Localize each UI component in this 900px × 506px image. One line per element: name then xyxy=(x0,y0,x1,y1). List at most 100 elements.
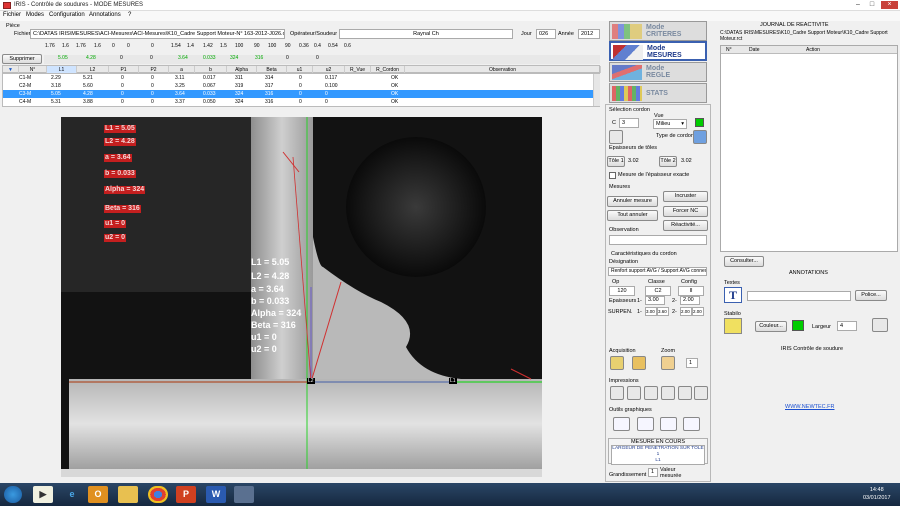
observation-field[interactable] xyxy=(609,235,707,245)
camera-icon[interactable] xyxy=(610,356,624,370)
highlighter-icon[interactable] xyxy=(724,318,742,334)
journal-col-date[interactable]: Date xyxy=(749,47,760,53)
annuler-mesure-button[interactable]: Annuler mesure xyxy=(607,196,658,207)
col-p1[interactable]: P1 xyxy=(109,66,139,73)
sort-arrow-icon[interactable]: ▼ xyxy=(3,66,19,73)
menu-annotations[interactable]: Annotations xyxy=(89,12,121,18)
print-report-icon[interactable] xyxy=(644,386,658,400)
col-r-vue[interactable]: R_Vue xyxy=(345,66,371,73)
col-l1[interactable]: L1 xyxy=(47,66,77,73)
c-field[interactable]: 3 xyxy=(619,118,639,128)
supprimer-button[interactable]: Supprimer xyxy=(2,54,42,64)
tole1-button[interactable]: Tôle 1 xyxy=(607,156,625,167)
clock[interactable]: 14:48 03/01/2017 xyxy=(863,486,891,502)
menu-configuration[interactable]: Configuration xyxy=(49,12,85,18)
open-folder-icon[interactable] xyxy=(632,356,646,370)
marker-l1[interactable]: L1 xyxy=(449,378,457,384)
line-tool-icon[interactable] xyxy=(613,417,630,431)
close-icon[interactable]: × xyxy=(881,1,898,9)
surpen-field[interactable]: 3.00 xyxy=(645,307,657,316)
zoom-field[interactable]: 1 xyxy=(686,358,698,368)
start-button-icon[interactable] xyxy=(4,486,22,503)
print-preview-icon[interactable] xyxy=(627,386,641,400)
eraser-icon[interactable] xyxy=(872,318,888,332)
print-image-icon[interactable] xyxy=(678,386,692,400)
ep2-field[interactable]: 2.00 xyxy=(680,296,700,305)
op-field[interactable]: 120 xyxy=(609,286,635,296)
mode-regle-button[interactable]: Mode REGLE xyxy=(609,62,707,82)
journal-table[interactable]: N° Date Action xyxy=(720,45,898,252)
annee-field[interactable]: 2012 xyxy=(578,29,600,39)
col-u2[interactable]: u2 xyxy=(313,66,345,73)
surpen-field[interactable]: 3.60 xyxy=(657,307,669,316)
marker-l2[interactable]: L2 xyxy=(307,378,315,384)
weld-image[interactable]: L1 = 5.05 L2 = 4.28 a = 3.64 b = 0.033 A… xyxy=(61,117,542,477)
file-explorer-icon[interactable] xyxy=(118,486,138,503)
col-b[interactable]: b xyxy=(195,66,227,73)
fichier-field[interactable]: C:\DATAS IRIS\MESURES\ACI-Mesures\ACI-Me… xyxy=(30,29,285,39)
journal-col-n[interactable]: N° xyxy=(726,47,732,53)
mode-stats-button[interactable]: STATS xyxy=(609,83,707,103)
text-tool-icon[interactable]: T xyxy=(724,287,742,303)
mode-mesures-button[interactable]: Mode MESURES xyxy=(609,41,707,61)
col-observation[interactable]: Observation xyxy=(405,66,601,73)
media-player-icon[interactable]: ▶ xyxy=(33,486,53,503)
col-r-cordon[interactable]: R_Cordon xyxy=(371,66,405,73)
table-scrollbar[interactable] xyxy=(593,74,600,106)
profile-tool-icon[interactable] xyxy=(660,417,677,431)
surpen-field[interactable]: 2.00 xyxy=(680,307,692,316)
minimize-icon[interactable]: – xyxy=(853,1,863,9)
table-row[interactable]: C1-M 2.29 5.21 0 0 3.11 0.017 311 314 0 … xyxy=(3,74,593,82)
annotation-text-field[interactable] xyxy=(747,291,851,301)
designation-field[interactable]: Renfort support AVG / Support AVG connec xyxy=(608,267,707,276)
cordon-tool-icon[interactable] xyxy=(609,130,623,144)
mode-criteres-button[interactable]: Mode CRITERES xyxy=(609,21,707,41)
menu-help[interactable]: ? xyxy=(128,12,131,18)
table-row-selected[interactable]: C3-M 5.05 4.28 0 0 3.64 0.033 324 316 0 … xyxy=(3,90,593,98)
menu-fichier[interactable]: Fichier xyxy=(3,12,21,18)
hand-icon[interactable] xyxy=(661,356,675,370)
police-button[interactable]: Police... xyxy=(855,290,887,301)
classe-field[interactable]: C2 xyxy=(645,286,671,296)
word-icon[interactable]: W xyxy=(206,486,226,503)
newtec-link[interactable]: WWW.NEWTEC.FR xyxy=(785,404,835,410)
outlook-icon[interactable]: O xyxy=(88,486,108,503)
ie-browser-icon[interactable]: e xyxy=(62,486,82,503)
grandissement-field[interactable]: 1 xyxy=(648,468,658,477)
maximize-icon[interactable]: □ xyxy=(867,1,877,9)
print-all-icon[interactable] xyxy=(694,386,708,400)
table-row[interactable]: C2-M 3.18 5.60 0 0 3.25 0.067 319 317 0 … xyxy=(3,82,593,90)
largeur-field[interactable]: 4 xyxy=(837,321,857,331)
tout-annuler-button[interactable]: Tout annuler xyxy=(607,210,658,221)
arc-tool-icon[interactable] xyxy=(637,417,654,431)
exact-checkbox[interactable] xyxy=(609,172,616,179)
col-l2[interactable]: L2 xyxy=(77,66,109,73)
wave-tool-icon[interactable] xyxy=(683,417,700,431)
print-icon[interactable] xyxy=(610,386,624,400)
jour-field[interactable]: 026 xyxy=(536,29,556,39)
incruster-button[interactable]: Incruster xyxy=(663,191,708,202)
col-p2[interactable]: P2 xyxy=(139,66,169,73)
config-field[interactable]: II xyxy=(678,286,704,296)
col-n[interactable]: N° xyxy=(19,66,47,73)
vue-select[interactable]: Milieu ▾ xyxy=(653,119,687,129)
col-u1[interactable]: u1 xyxy=(287,66,313,73)
annotation-color-swatch[interactable] xyxy=(792,320,804,331)
ep1-field[interactable]: 3.00 xyxy=(645,296,665,305)
print-stats-icon[interactable] xyxy=(661,386,675,400)
table-row[interactable]: C4-M 5.31 3.88 0 0 3.37 0.050 324 316 0 … xyxy=(3,98,593,106)
menu-modes[interactable]: Modes xyxy=(26,12,44,18)
consulter-button[interactable]: Consulter... xyxy=(724,256,764,267)
forcer-nc-button[interactable]: Forcer NC xyxy=(663,206,708,217)
col-beta[interactable]: Beta xyxy=(257,66,287,73)
chrome-icon[interactable] xyxy=(148,486,168,503)
journal-col-action[interactable]: Action xyxy=(806,47,820,53)
tole2-button[interactable]: Tôle 2 xyxy=(659,156,677,167)
surpen-field[interactable]: 2.00 xyxy=(692,307,704,316)
operateur-field[interactable]: Raynal Ch xyxy=(339,29,513,39)
iris-app-icon[interactable] xyxy=(234,486,254,503)
reactivite-button[interactable]: Réactivité... xyxy=(663,220,708,231)
col-a[interactable]: a xyxy=(169,66,195,73)
type-cordon-icon[interactable] xyxy=(693,130,707,144)
col-alpha[interactable]: Alpha xyxy=(227,66,257,73)
